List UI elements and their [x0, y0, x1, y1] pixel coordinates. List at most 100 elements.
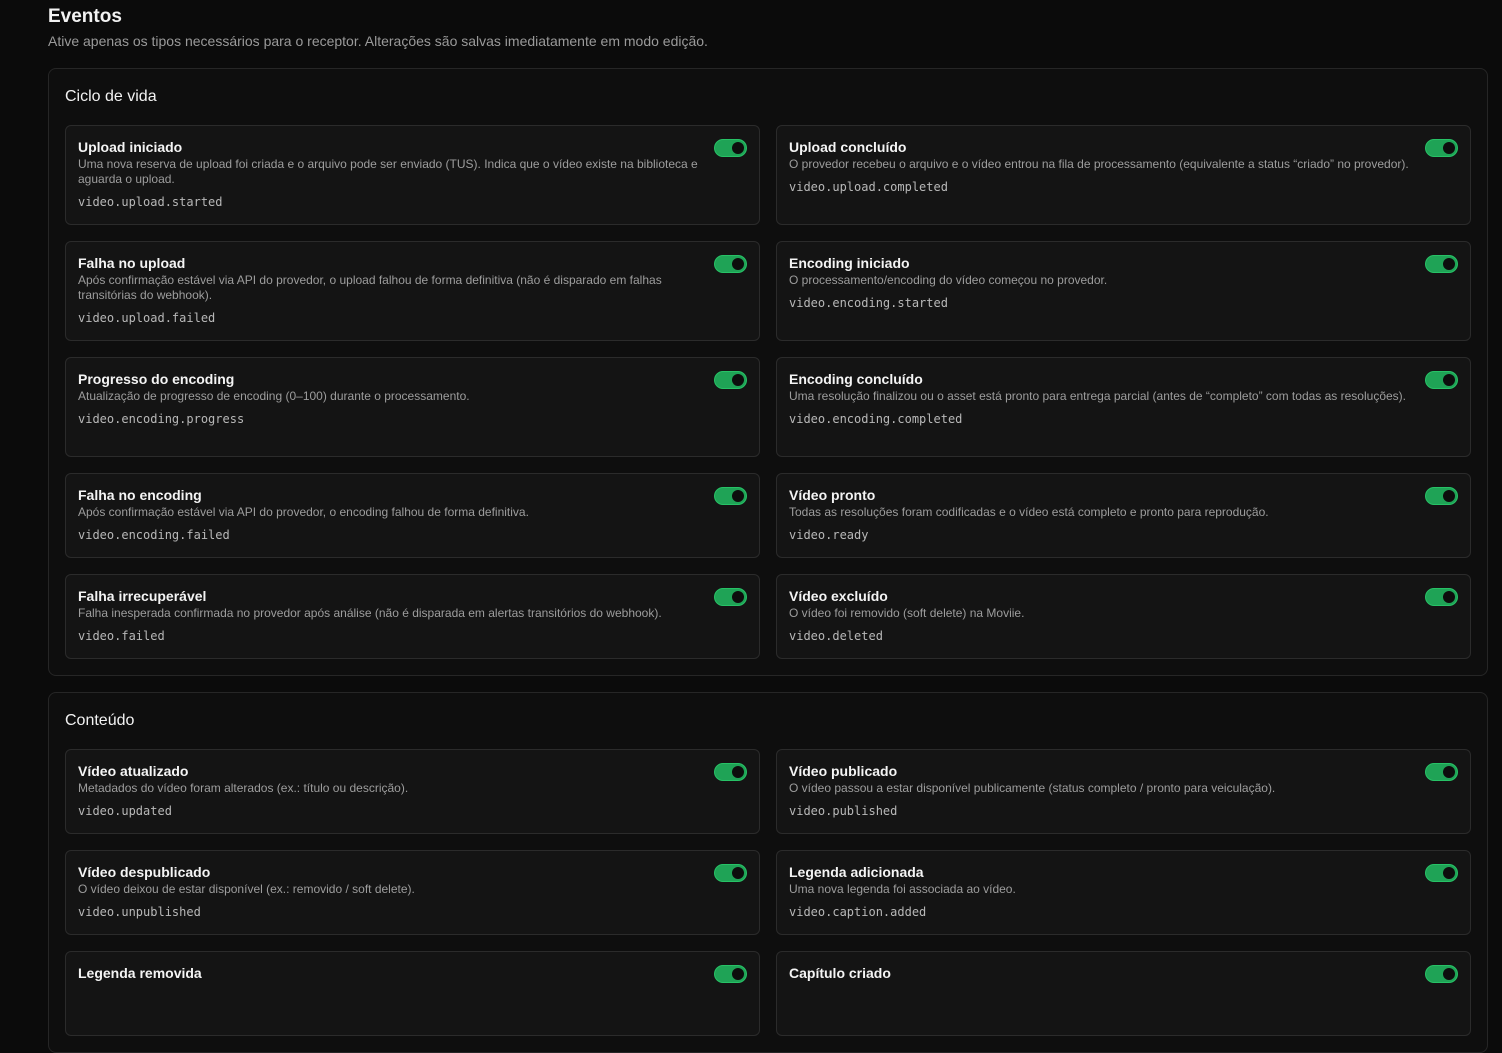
event-title: Vídeo excluído [789, 588, 888, 604]
toggle-knob [1443, 867, 1455, 879]
event-title: Legenda removida [78, 965, 202, 981]
event-card: Legenda removida [65, 951, 760, 1036]
event-code: video.encoding.failed [78, 528, 230, 542]
event-grid: Upload iniciado Uma nova reserva de uploa… [65, 125, 1471, 659]
event-card: Upload concluído O provedor recebeu o arq… [776, 125, 1471, 225]
section-lifecycle: Ciclo de vida Upload iniciado Uma nova re… [48, 68, 1488, 676]
event-description: Atualização de progresso de encoding (0–… [78, 389, 470, 403]
event-toggle[interactable] [714, 864, 747, 882]
event-card: Legenda adicionada Uma nova legenda foi a… [776, 850, 1471, 935]
event-title: Falha irrecuperável [78, 588, 207, 604]
event-title: Falha no encoding [78, 487, 202, 503]
toggle-knob [732, 258, 744, 270]
event-toggle[interactable] [1425, 588, 1458, 606]
event-toggle[interactable] [1425, 763, 1458, 781]
event-description: Após confirmação estável via API do prov… [78, 273, 662, 302]
event-title: Encoding concluído [789, 371, 923, 387]
event-card: Vídeo atualizado Metadados do vídeo foram… [65, 749, 760, 834]
toggle-knob [1443, 968, 1455, 980]
section-title: Conteúdo [65, 712, 135, 729]
event-title: Capítulo criado [789, 965, 891, 981]
event-toggle[interactable] [714, 487, 747, 505]
event-grid: Vídeo atualizado Metadados do vídeo foram… [65, 749, 1471, 1036]
event-code: video.updated [78, 804, 172, 818]
page-title: Eventos [48, 6, 122, 27]
event-card: Vídeo pronto Todas as resoluções foram co… [776, 473, 1471, 558]
event-code: video.deleted [789, 629, 883, 643]
event-code: video.failed [78, 629, 165, 643]
event-toggle[interactable] [714, 588, 747, 606]
event-card: Encoding concluído Uma resolução finalizo… [776, 357, 1471, 457]
event-code: video.encoding.started [789, 296, 948, 310]
event-title: Vídeo pronto [789, 487, 876, 503]
event-title: Upload iniciado [78, 139, 183, 155]
toggle-knob [1443, 374, 1455, 386]
event-code: video.upload.failed [78, 311, 216, 325]
event-toggle[interactable] [714, 965, 747, 983]
event-card: Capítulo criado [776, 951, 1471, 1036]
event-description: O provedor recebeu o arquivo e o vídeo e… [789, 157, 1409, 171]
event-toggle[interactable] [714, 763, 747, 781]
event-card: Falha no upload Após confirmação estável … [65, 241, 760, 341]
event-toggle[interactable] [714, 139, 747, 157]
toggle-knob [732, 490, 744, 502]
toggle-knob [732, 591, 744, 603]
event-description: Uma resolução finalizou ou o asset está … [789, 389, 1406, 403]
event-toggle[interactable] [1425, 371, 1458, 389]
event-code: video.upload.started [78, 195, 223, 209]
event-toggle[interactable] [1425, 965, 1458, 983]
event-title: Vídeo atualizado [78, 763, 189, 779]
event-code: video.upload.completed [789, 180, 948, 194]
section-title: Ciclo de vida [65, 88, 157, 105]
event-code: video.encoding.progress [78, 412, 245, 426]
events-page: Eventos Ative apenas os tipos necessário… [48, 0, 1488, 1053]
event-toggle[interactable] [1425, 139, 1458, 157]
event-description: O vídeo deixou de estar disponível (ex.:… [78, 882, 415, 896]
event-code: video.caption.added [789, 905, 927, 919]
toggle-knob [1443, 258, 1455, 270]
toggle-knob [732, 968, 744, 980]
event-description: O vídeo foi removido (soft delete) na Mo… [789, 606, 1025, 620]
event-code: video.ready [789, 528, 869, 542]
toggle-knob [732, 142, 744, 154]
toggle-knob [1443, 591, 1455, 603]
event-toggle[interactable] [1425, 255, 1458, 273]
event-toggle[interactable] [1425, 487, 1458, 505]
event-description: Uma nova reserva de upload foi criada e … [78, 157, 698, 186]
page-subtitle: Ative apenas os tipos necessários para o… [48, 33, 708, 49]
event-description: Todas as resoluções foram codificadas e … [789, 505, 1269, 519]
event-card: Falha no encoding Após confirmação estáve… [65, 473, 760, 558]
event-card: Vídeo publicado O vídeo passou a estar di… [776, 749, 1471, 834]
toggle-knob [1443, 490, 1455, 502]
event-card: Progresso do encoding Atualização de prog… [65, 357, 760, 457]
event-card: Vídeo excluído O vídeo foi removido (soft… [776, 574, 1471, 659]
toggle-knob [1443, 142, 1455, 154]
event-description: Metadados do vídeo foram alterados (ex.:… [78, 781, 409, 795]
event-description: Após confirmação estável via API do prov… [78, 505, 529, 519]
event-description: O processamento/encoding do vídeo começo… [789, 273, 1108, 287]
event-card: Vídeo despublicado O vídeo deixou de esta… [65, 850, 760, 935]
toggle-knob [732, 374, 744, 386]
event-toggle[interactable] [714, 371, 747, 389]
event-title: Legenda adicionada [789, 864, 924, 880]
event-title: Vídeo publicado [789, 763, 898, 779]
event-toggle[interactable] [1425, 864, 1458, 882]
event-card: Encoding iniciado O processamento/encodin… [776, 241, 1471, 341]
event-title: Falha no upload [78, 255, 186, 271]
event-description: Uma nova legenda foi associada ao vídeo. [789, 882, 1016, 896]
toggle-knob [1443, 766, 1455, 778]
event-description: O vídeo passou a estar disponível public… [789, 781, 1276, 795]
event-title: Progresso do encoding [78, 371, 235, 387]
event-title: Upload concluído [789, 139, 907, 155]
event-card: Falha irrecuperável Falha inesperada conf… [65, 574, 760, 659]
event-code: video.published [789, 804, 898, 818]
event-card: Upload iniciado Uma nova reserva de uploa… [65, 125, 760, 225]
toggle-knob [732, 766, 744, 778]
event-code: video.unpublished [78, 905, 201, 919]
toggle-knob [732, 867, 744, 879]
event-toggle[interactable] [714, 255, 747, 273]
event-title: Vídeo despublicado [78, 864, 211, 880]
event-description: Falha inesperada confirmada no provedor … [78, 606, 662, 620]
event-code: video.encoding.completed [789, 412, 963, 426]
section-content: Conteúdo Vídeo atualizado Metadados do ví… [48, 692, 1488, 1053]
